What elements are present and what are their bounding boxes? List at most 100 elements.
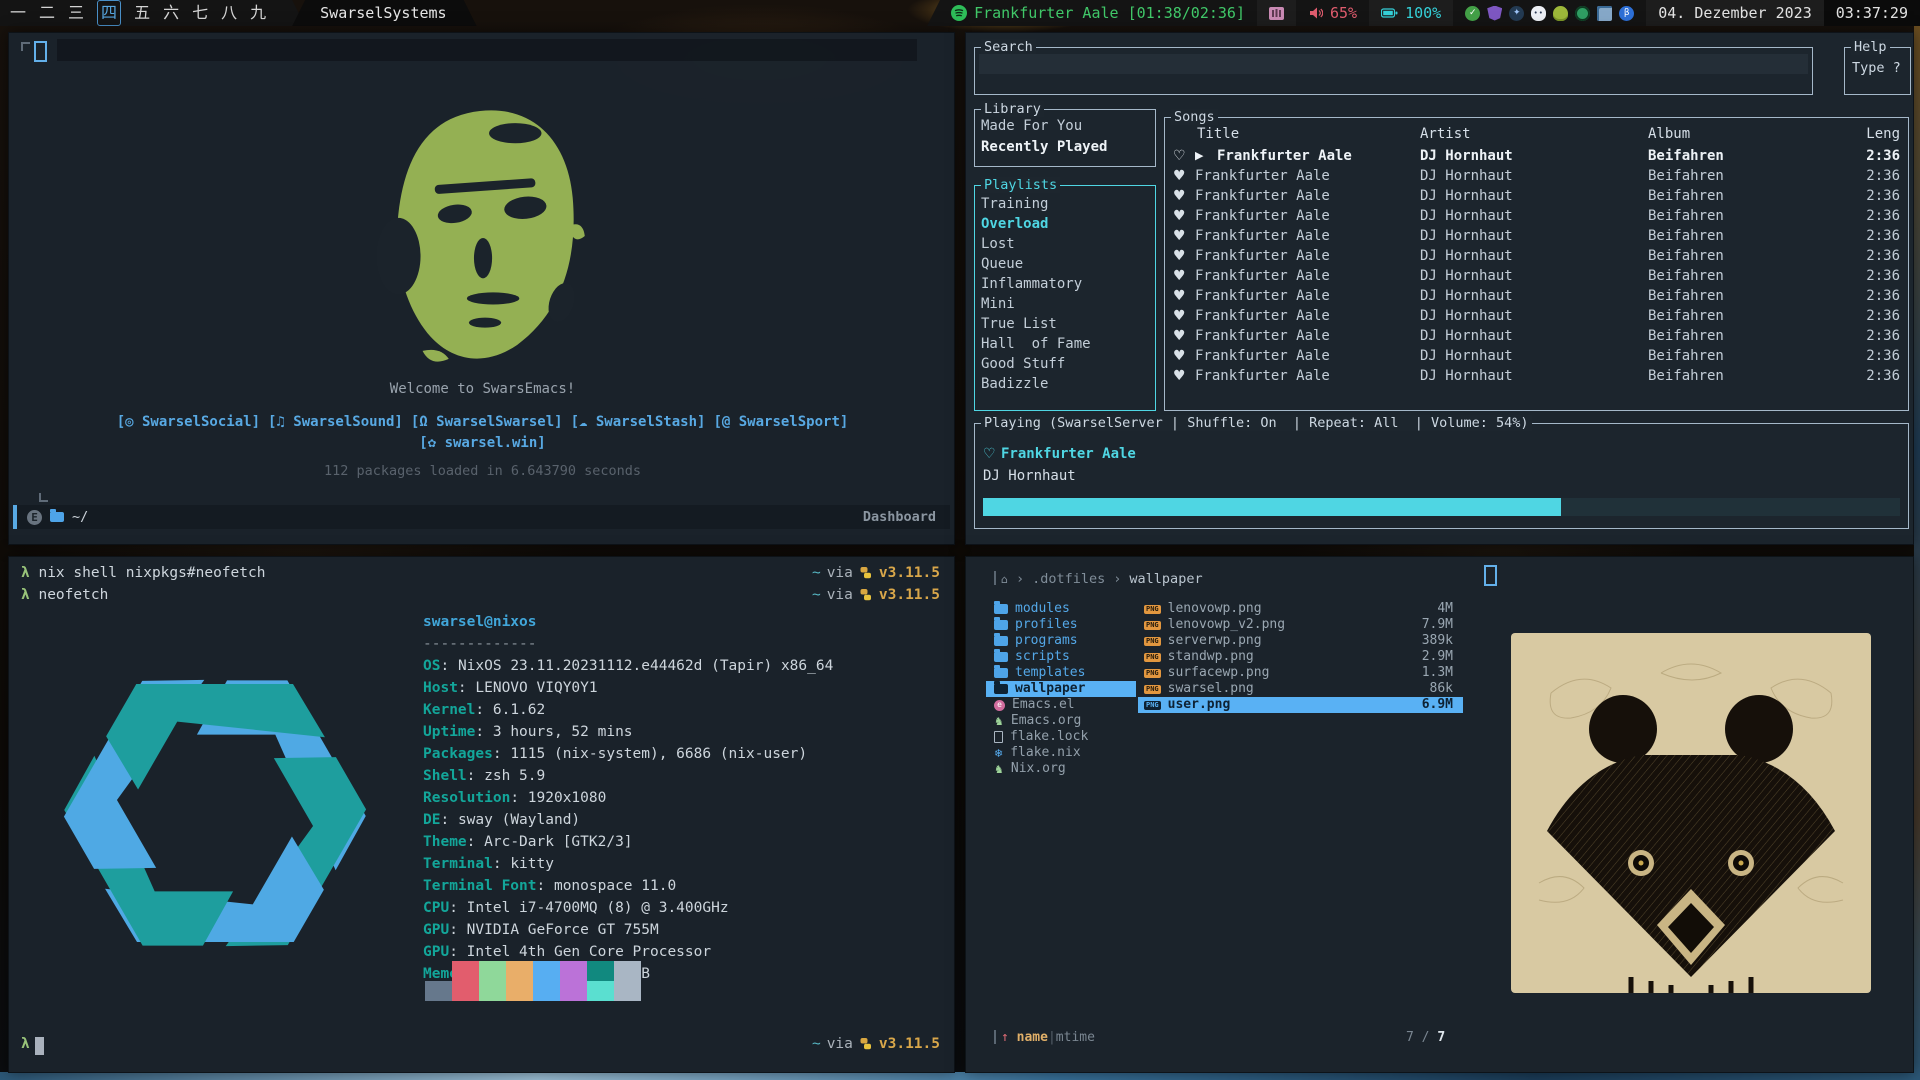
bluetooth-icon[interactable]: β [1619, 6, 1634, 21]
dashboard-button-swarselsocial[interactable]: [◎ SwarselSocial] [117, 414, 260, 430]
workspace-8[interactable]: 八 [221, 1, 237, 25]
dashboard-button-swarselsound[interactable]: [♫ SwarselSound] [268, 414, 403, 430]
song-row[interactable]: ♥Frankfurter AaleDJ HornhautBeifahren2:3… [1165, 266, 1908, 286]
song-album: Beifahren [1648, 166, 1724, 186]
dir-item[interactable]: ♞Emacs.org [986, 713, 1136, 729]
song-row[interactable]: ♥Frankfurter AaleDJ HornhautBeifahren2:3… [1165, 366, 1908, 386]
network-icon[interactable] [1575, 6, 1590, 21]
discord-icon[interactable]: •• [1531, 6, 1546, 21]
heart-icon[interactable]: ♥ [1173, 166, 1186, 186]
heart-icon[interactable]: ♥ [1173, 266, 1186, 286]
song-column-header[interactable]: Title [1197, 126, 1239, 142]
turtle-icon[interactable] [1553, 6, 1568, 21]
dir-item[interactable]: profiles [986, 617, 1136, 633]
file-row[interactable]: PNGlenovowp_v2.png7.9M [1138, 617, 1463, 633]
dir-item[interactable]: ♞Nix.org [986, 761, 1136, 777]
workspace-switcher[interactable]: 一二三四五六七八九 [0, 0, 305, 26]
workspace-1[interactable]: 一 [10, 1, 26, 25]
song-row[interactable]: ♥Frankfurter AaleDJ HornhautBeifahren2:3… [1165, 226, 1908, 246]
heart-icon[interactable]: ♥ [1173, 186, 1186, 206]
song-row[interactable]: ♥Frankfurter AaleDJ HornhautBeifahren2:3… [1165, 166, 1908, 186]
song-row[interactable]: ♥Frankfurter AaleDJ HornhautBeifahren2:3… [1165, 206, 1908, 226]
heart-icon[interactable]: ♡ [983, 446, 996, 462]
workspace-6[interactable]: 六 [163, 1, 179, 25]
heart-icon[interactable]: ♥ [1173, 346, 1186, 366]
playlist-item[interactable]: Lost [975, 234, 1155, 254]
workspace-5[interactable]: 五 [134, 1, 150, 25]
dir-item[interactable]: scripts [986, 649, 1136, 665]
file-row[interactable]: PNGsurfacewp.png1.3M [1138, 665, 1463, 681]
home-icon[interactable]: ⌂ [1001, 574, 1008, 585]
song-row[interactable]: ♥Frankfurter AaleDJ HornhautBeifahren2:3… [1165, 306, 1908, 326]
playlist-item[interactable]: Hall of Fame [975, 334, 1155, 354]
song-row[interactable]: ♥Frankfurter AaleDJ HornhautBeifahren2:3… [1165, 186, 1908, 206]
song-row[interactable]: ♡▶Frankfurter AaleDJ HornhautBeifahren2:… [1165, 146, 1908, 166]
now-playing-module[interactable]: Frankfurter Aale [01:38/02:36] [927, 0, 1257, 26]
song-row[interactable]: ♥Frankfurter AaleDJ HornhautBeifahren2:3… [1165, 246, 1908, 266]
song-row[interactable]: ♥Frankfurter AaleDJ HornhautBeifahren2:3… [1165, 346, 1908, 366]
workspace-9[interactable]: 九 [250, 1, 266, 25]
workspace-3[interactable]: 三 [68, 1, 84, 25]
terminal-color-palette [425, 961, 641, 1001]
dir-item[interactable]: flake.lock [986, 729, 1136, 745]
shield-icon[interactable] [1487, 6, 1502, 21]
date-module[interactable]: 04. Dezember 2023 [1646, 0, 1824, 26]
battery-module[interactable]: 100% [1369, 0, 1453, 26]
organ-module[interactable] [1257, 0, 1296, 26]
heart-icon[interactable]: ♥ [1173, 226, 1186, 246]
file-row[interactable]: PNGswarsel.png86k [1138, 681, 1463, 697]
workspace-2[interactable]: 二 [39, 1, 55, 25]
file-row[interactable]: PNGstandwp.png2.9M [1138, 649, 1463, 665]
dashboard-button-swarselstash[interactable]: [☁ SwarselStash] [571, 414, 706, 430]
dir-item[interactable]: ❄flake.nix [986, 745, 1136, 761]
volume-module[interactable]: 65% [1296, 0, 1369, 26]
heart-icon[interactable]: ♥ [1173, 306, 1186, 326]
dir-item[interactable]: eEmacs.el [986, 697, 1136, 713]
file-row[interactable]: PNGuser.png6.9M [1138, 697, 1463, 713]
heart-icon[interactable]: ♥ [1173, 366, 1186, 386]
workspace-7[interactable]: 七 [192, 1, 208, 25]
display-icon[interactable] [1597, 6, 1612, 21]
dir-item[interactable]: modules [986, 601, 1136, 617]
breadcrumb[interactable]: ⌂›.dotfiles›wallpaper [1001, 571, 1203, 587]
dashboard-button-swarsel-win[interactable]: [✿ swarsel.win] [419, 435, 545, 451]
breadcrumb-segment[interactable]: .dotfiles [1032, 571, 1105, 587]
file-row[interactable]: PNGserverwp.png389k [1138, 633, 1463, 649]
workspace-4[interactable]: 四 [97, 0, 121, 26]
breadcrumb-segment[interactable]: wallpaper [1129, 571, 1202, 587]
playlist-item[interactable]: Mini [975, 294, 1155, 314]
playlist-item[interactable]: True List [975, 314, 1155, 334]
dir-item[interactable]: programs [986, 633, 1136, 649]
sort-status[interactable]: ↑ name|mtime [1001, 1030, 1095, 1045]
search-input[interactable] [979, 54, 1808, 74]
heart-icon[interactable]: ♡ [1173, 146, 1186, 166]
steam-icon[interactable]: ✦ [1509, 6, 1524, 21]
checkmark-icon[interactable]: ✓ [1465, 6, 1480, 21]
song-album: Beifahren [1648, 366, 1724, 386]
song-row[interactable]: ♥Frankfurter AaleDJ HornhautBeifahren2:3… [1165, 286, 1908, 306]
heart-icon[interactable]: ♥ [1173, 206, 1186, 226]
playlist-item[interactable]: Inflammatory [975, 274, 1155, 294]
progress-bar[interactable] [983, 498, 1900, 516]
dir-item[interactable]: wallpaper [986, 681, 1136, 697]
clock-module[interactable]: 03:37:29 [1824, 0, 1920, 26]
heart-icon[interactable]: ♥ [1173, 286, 1186, 306]
file-row[interactable]: PNGlenovowp.png4M [1138, 601, 1463, 617]
song-row[interactable]: ♥Frankfurter AaleDJ HornhautBeifahren2:3… [1165, 326, 1908, 346]
dir-item[interactable]: templates [986, 665, 1136, 681]
library-item[interactable]: Recently Played [975, 137, 1155, 158]
song-column-header[interactable]: Leng [1866, 126, 1900, 142]
dashboard-button-swarselswarsel[interactable]: [Ω SwarselSwarsel] [411, 414, 563, 430]
playlist-item[interactable]: Overload [975, 214, 1155, 234]
playlist-item[interactable]: Training [975, 194, 1155, 214]
song-column-header[interactable]: Album [1648, 126, 1690, 142]
song-column-header[interactable]: Artist [1420, 126, 1471, 142]
playlist-item[interactable]: Queue [975, 254, 1155, 274]
dashboard-button-swarselsport[interactable]: [@ SwarselSport] [713, 414, 848, 430]
library-item[interactable]: Made For You [975, 116, 1155, 137]
heart-icon[interactable]: ♥ [1173, 246, 1186, 266]
playlist-item[interactable]: Badizzle [975, 374, 1155, 394]
heart-icon[interactable]: ♥ [1173, 326, 1186, 346]
playlist-item[interactable]: Good Stuff [975, 354, 1155, 374]
shell-prompt[interactable]: λ [21, 1036, 30, 1052]
